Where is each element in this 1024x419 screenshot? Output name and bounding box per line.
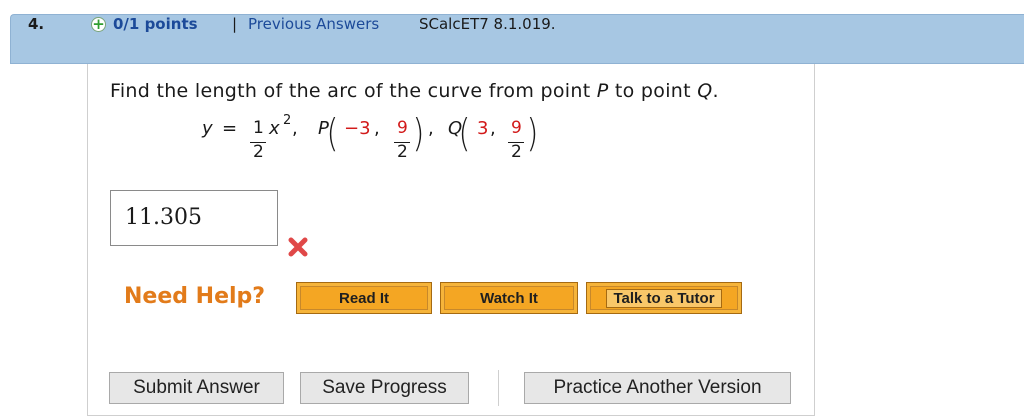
submit-answer-label: Submit Answer <box>133 377 260 398</box>
eq-comma-1: , <box>292 118 298 139</box>
eq-q-close-paren: ) <box>526 111 539 155</box>
eq-q-x: 3 <box>477 118 489 139</box>
eq-y: y <box>202 118 213 139</box>
eq-p-comma: , <box>374 118 380 139</box>
need-help-label: Need Help? <box>124 284 266 309</box>
practice-another-version-label: Practice Another Version <box>553 377 762 398</box>
question-text-middle: to point <box>608 80 698 102</box>
question-source: SCalcET7 8.1.019. <box>419 15 556 33</box>
point-q-label: Q <box>697 80 713 102</box>
talk-to-tutor-button[interactable]: Talk to a Tutor <box>586 282 742 314</box>
points-score: 0/1 points <box>113 15 198 33</box>
point-p-label: P <box>596 80 609 102</box>
eq-p-y-num: 9 <box>397 118 408 138</box>
talk-to-tutor-label: Talk to a Tutor <box>606 288 722 308</box>
previous-answers-link[interactable]: Previous Answers <box>248 15 379 33</box>
eq-p-x: −3 <box>344 118 371 139</box>
question-text: Find the length of the arc of the curve … <box>110 80 719 102</box>
eq-exponent: 2 <box>283 113 292 128</box>
header-separator: | <box>232 15 238 33</box>
save-progress-label: Save Progress <box>322 377 447 398</box>
action-divider <box>498 370 499 406</box>
eq-coef-num: 1 <box>253 118 264 138</box>
answer-value[interactable]: 11.305 <box>125 205 202 230</box>
save-progress-button[interactable]: Save Progress <box>300 372 469 404</box>
question-text-end: . <box>712 80 719 102</box>
answer-input[interactable]: 11.305 <box>110 190 278 246</box>
read-it-button[interactable]: Read It <box>296 282 432 314</box>
question-number: 4. <box>28 15 45 33</box>
eq-q-open-paren: ( <box>458 111 471 155</box>
eq-p-y-den: 2 <box>397 142 408 162</box>
watch-it-button[interactable]: Watch It <box>440 282 578 314</box>
incorrect-x-icon <box>288 237 308 257</box>
eq-equals: = <box>222 118 238 139</box>
eq-coef-den: 2 <box>253 142 264 162</box>
eq-q-y-num: 9 <box>511 118 522 138</box>
watch-it-label: Watch It <box>480 289 538 307</box>
eq-p-close-paren: ) <box>412 111 425 155</box>
eq-x: x <box>269 118 280 139</box>
eq-q-comma: , <box>490 118 496 139</box>
eq-comma-2: , <box>428 118 434 139</box>
eq-p-open-paren: ( <box>326 111 339 155</box>
submit-answer-button[interactable]: Submit Answer <box>109 372 284 404</box>
practice-another-version-button[interactable]: Practice Another Version <box>524 372 791 404</box>
question-text-prefix: Find the length of the arc of the curve … <box>110 80 597 102</box>
read-it-label: Read It <box>338 289 389 307</box>
eq-q-y-den: 2 <box>511 142 522 162</box>
plus-icon[interactable]: + <box>91 17 106 32</box>
